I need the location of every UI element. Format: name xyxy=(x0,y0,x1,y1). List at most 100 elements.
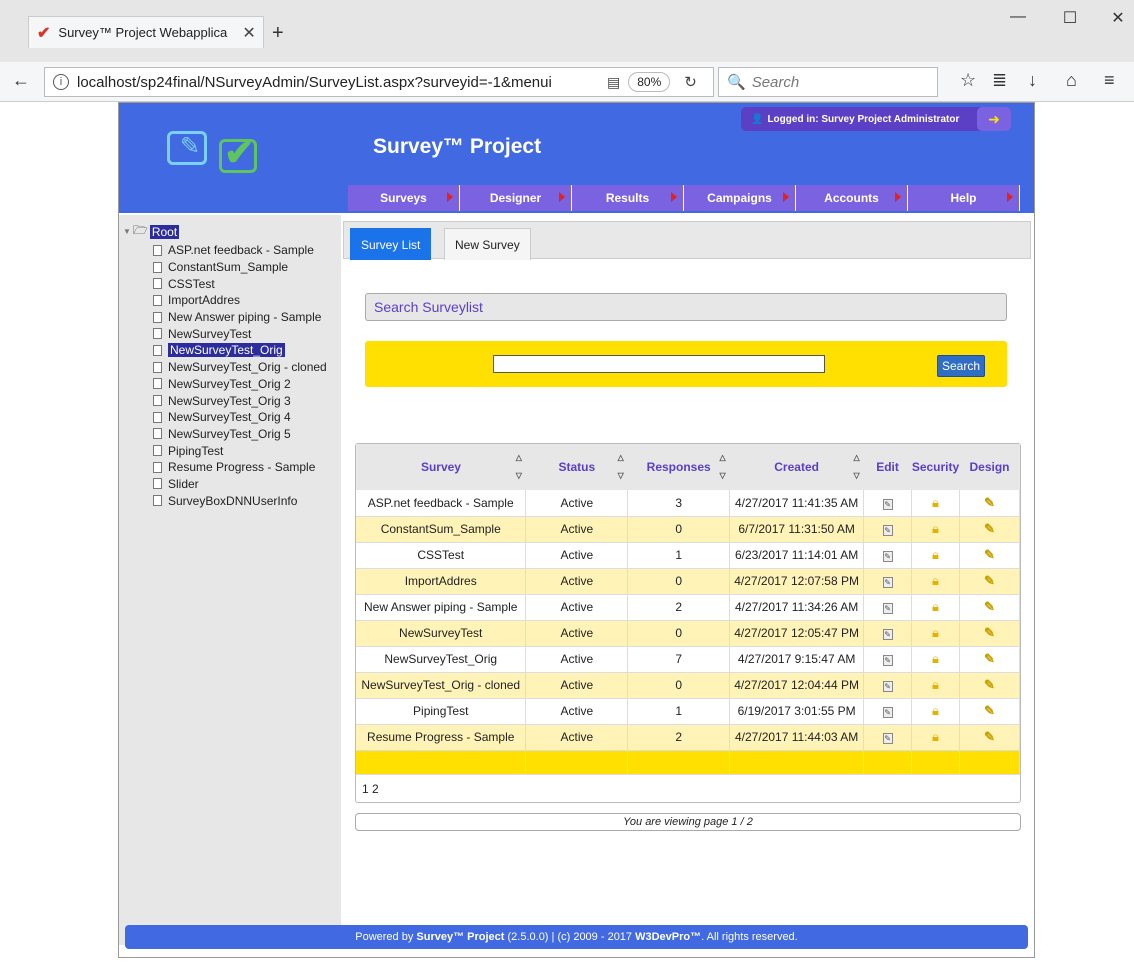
pencil-icon[interactable]: ✎ xyxy=(984,651,995,666)
reader-view-icon[interactable]: ▤ xyxy=(607,74,620,91)
tree-item[interactable]: NewSurveyTest_Orig 4 xyxy=(153,409,341,426)
lock-icon[interactable]: 🔒︎ xyxy=(932,573,939,588)
edit-icon[interactable]: ✎ xyxy=(882,655,893,666)
pencil-icon[interactable]: ✎ xyxy=(984,495,995,510)
tree-item[interactable]: Resume Progress - Sample xyxy=(153,459,341,476)
pencil-icon[interactable]: ✎ xyxy=(984,677,995,692)
col-status[interactable]: Status △ ▽ xyxy=(525,444,628,490)
design-cell: ✎ xyxy=(959,594,1020,621)
edit-icon[interactable]: ✎ xyxy=(882,603,893,614)
pencil-icon[interactable]: ✎ xyxy=(984,599,995,614)
zoom-level[interactable]: 80% xyxy=(628,72,671,92)
sort-asc-icon[interactable]: △ xyxy=(618,453,624,462)
sort-asc-icon[interactable]: △ xyxy=(853,453,859,462)
tree-item[interactable]: SurveyBoxDNNUserInfo xyxy=(153,492,341,509)
tree-item-label: NewSurveyTest_Orig xyxy=(168,343,285,358)
tree-item[interactable]: NewSurveyTest_Orig - cloned xyxy=(153,359,341,376)
lock-icon[interactable]: 🔒︎ xyxy=(932,625,939,640)
tree-item[interactable]: NewSurveyTest_Orig 5 xyxy=(153,426,341,443)
pencil-icon[interactable]: ✎ xyxy=(984,703,995,718)
edit-icon[interactable]: ✎ xyxy=(882,707,893,718)
col-responses[interactable]: Responses △ ▽ xyxy=(627,444,730,490)
security-cell: 🔒︎ xyxy=(911,516,960,543)
col-created[interactable]: Created △ ▽ xyxy=(729,444,864,490)
edit-icon[interactable]: ✎ xyxy=(882,681,893,692)
library-icon[interactable]: ≣ xyxy=(992,70,1007,91)
sort-desc-icon[interactable]: ▽ xyxy=(618,471,624,480)
lock-icon[interactable]: 🔒︎ xyxy=(932,495,939,510)
lock-icon[interactable]: 🔒︎ xyxy=(932,677,939,692)
tree-item[interactable]: NewSurveyTest xyxy=(153,325,341,342)
lock-icon[interactable]: 🔒︎ xyxy=(932,547,939,562)
security-cell: 🔒︎ xyxy=(911,594,960,621)
tree-item[interactable]: NewSurveyTest_Orig 2 xyxy=(153,376,341,393)
sort-desc-icon[interactable]: ▽ xyxy=(853,471,859,480)
menu-surveys[interactable]: Surveys xyxy=(348,185,460,211)
menu-icon[interactable]: ≡ xyxy=(1104,70,1115,91)
tree-item[interactable]: PipingTest xyxy=(153,442,341,459)
lock-icon[interactable]: 🔒︎ xyxy=(932,729,939,744)
back-icon[interactable]: ← xyxy=(12,70,30,91)
reload-icon[interactable]: ↻ xyxy=(684,73,697,91)
menu-campaigns[interactable]: Campaigns xyxy=(684,185,796,211)
sort-desc-icon[interactable]: ▽ xyxy=(719,471,725,480)
responses-cell: 0 xyxy=(627,620,731,647)
browser-tab[interactable]: ✔ Survey™ Project Webapplica ✕ xyxy=(28,16,264,48)
tree-item-label: ImportAddres xyxy=(168,293,241,308)
tree-item[interactable]: New Answer piping - Sample xyxy=(153,309,341,326)
edit-icon[interactable]: ✎ xyxy=(882,498,893,510)
close-window-icon[interactable]: ✕ xyxy=(1096,8,1134,28)
pencil-icon[interactable]: ✎ xyxy=(984,521,995,536)
tree-item[interactable]: NewSurveyTest_Orig 3 xyxy=(153,392,341,409)
tree-item[interactable]: Slider xyxy=(153,476,341,493)
menu-designer[interactable]: Designer xyxy=(460,185,572,211)
tree-item-selected[interactable]: NewSurveyTest_Orig xyxy=(153,342,341,359)
pencil-icon[interactable]: ✎ xyxy=(984,573,995,588)
tree-root[interactable]: ▼ 🗁 Root xyxy=(123,221,341,242)
table-row: ConstantSum_Sample Active 0 6/7/2017 11:31:… xyxy=(356,516,1020,543)
tab-survey-list[interactable]: Survey List xyxy=(350,228,432,260)
pencil-icon[interactable]: ✎ xyxy=(984,547,995,562)
download-icon[interactable]: ↓ xyxy=(1028,70,1037,91)
edit-icon[interactable]: ✎ xyxy=(882,525,893,536)
lock-icon[interactable]: 🔒︎ xyxy=(932,703,939,718)
menu-results[interactable]: Results xyxy=(572,185,684,211)
edit-icon[interactable]: ✎ xyxy=(882,577,893,588)
lock-icon[interactable]: 🔒︎ xyxy=(932,599,939,614)
tab-new-survey[interactable]: New Survey xyxy=(444,228,531,260)
tree-item[interactable]: CSSTest xyxy=(153,275,341,292)
bookmark-star-icon[interactable]: ☆ xyxy=(960,70,976,91)
info-icon[interactable]: i xyxy=(53,74,69,90)
lock-icon[interactable]: 🔒︎ xyxy=(932,521,939,536)
col-survey[interactable]: Survey △ ▽ xyxy=(356,444,526,490)
responses-cell: 1 xyxy=(627,542,731,569)
folder-icon: 🗁 xyxy=(132,223,148,237)
tree-item[interactable]: ConstantSum_Sample xyxy=(153,259,341,276)
url-bar[interactable]: i localhost/sp24final/NSurveyAdmin/Surve… xyxy=(44,67,714,97)
edit-icon[interactable]: ✎ xyxy=(882,551,893,562)
pencil-icon[interactable]: ✎ xyxy=(984,729,995,744)
sort-asc-icon[interactable]: △ xyxy=(516,453,522,462)
logout-button[interactable]: ➜ xyxy=(977,107,1011,131)
expand-icon[interactable]: ▼ xyxy=(123,227,131,236)
pencil-icon[interactable]: ✎ xyxy=(984,625,995,640)
browser-search-input[interactable]: 🔍 Search xyxy=(718,67,938,97)
minimize-icon[interactable]: — xyxy=(996,8,1040,26)
sort-asc-icon[interactable]: △ xyxy=(719,453,725,462)
sort-desc-icon[interactable]: ▽ xyxy=(516,471,522,480)
tree-item[interactable]: ImportAddres xyxy=(153,292,341,309)
edit-icon[interactable]: ✎ xyxy=(882,733,893,744)
pager[interactable]: 1 2 xyxy=(362,782,379,796)
search-button[interactable]: Search xyxy=(937,355,985,377)
survey-search-input[interactable] xyxy=(493,355,825,373)
maximize-icon[interactable]: ☐ xyxy=(1048,8,1092,28)
new-tab-icon[interactable]: + xyxy=(272,22,284,45)
tree-item[interactable]: ASP.net feedback - Sample xyxy=(153,242,341,259)
status-cell: Active xyxy=(525,516,629,543)
lock-icon[interactable]: 🔒︎ xyxy=(932,651,939,666)
home-icon[interactable]: ⌂ xyxy=(1066,70,1077,91)
edit-icon[interactable]: ✎ xyxy=(882,629,893,640)
close-tab-icon[interactable]: ✕ xyxy=(242,23,255,43)
menu-accounts[interactable]: Accounts xyxy=(796,185,908,211)
menu-help[interactable]: Help xyxy=(908,185,1020,211)
